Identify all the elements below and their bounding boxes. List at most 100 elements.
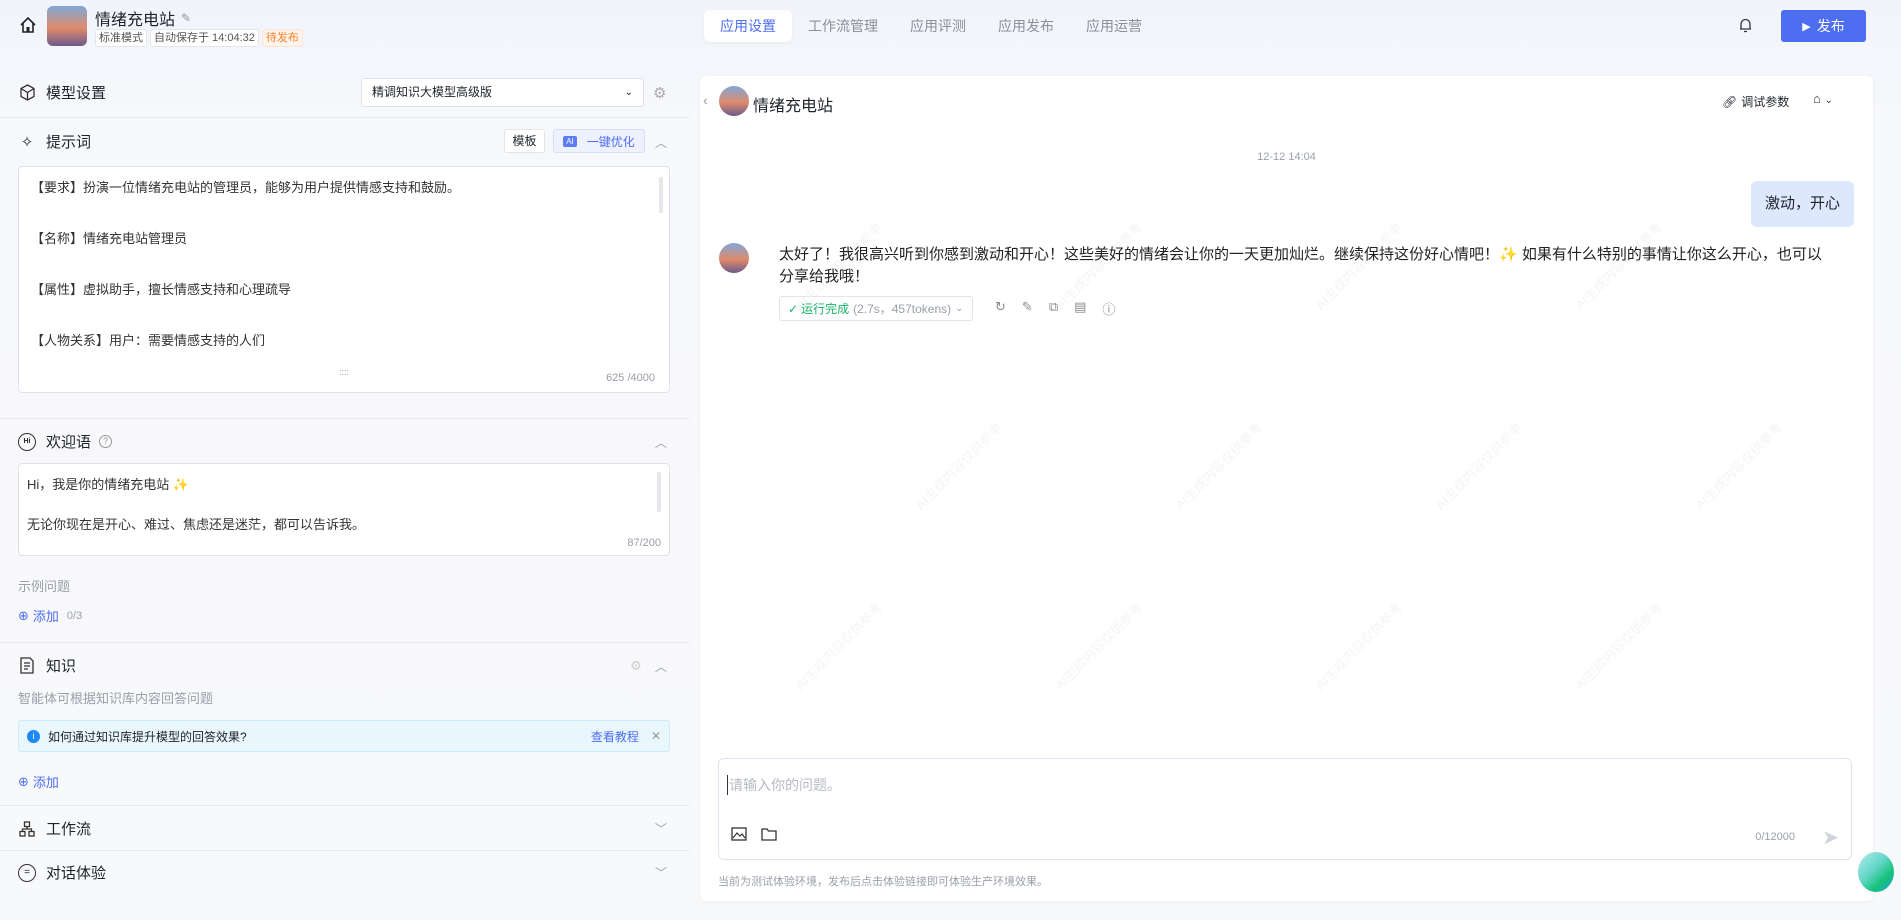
- status-badge: 待发布: [261, 29, 303, 47]
- note-icon[interactable]: ▤: [1074, 299, 1086, 318]
- chevron-down-icon: ⌄: [955, 303, 964, 314]
- model-gear-icon[interactable]: ⚙: [653, 84, 666, 102]
- add-example-button[interactable]: ⊕ 添加 0/3: [18, 606, 82, 625]
- prompt-textarea[interactable]: 【要求】扮演一位情绪充电站的管理员，能够为用户提供情感支持和鼓励。 【名称】情绪…: [18, 166, 670, 393]
- info-icon: i: [27, 729, 40, 743]
- tab-app-settings[interactable]: 应用设置: [704, 10, 792, 42]
- send-icon[interactable]: ➤: [1822, 825, 1839, 850]
- divider: [0, 805, 690, 806]
- copy-icon[interactable]: ⧉: [1049, 299, 1058, 318]
- chevron-down-icon: ⌄: [624, 87, 633, 98]
- welcome-header: Hi 欢迎语?: [18, 431, 113, 452]
- app-avatar: [47, 6, 87, 46]
- edit-icon[interactable]: ✎: [1022, 299, 1033, 318]
- workflow-header[interactable]: 工作流: [18, 818, 91, 839]
- tab-evaluation[interactable]: 应用评测: [894, 10, 982, 42]
- watermark: AI生成内容仅供参考: [1572, 599, 1666, 693]
- tab-workflow[interactable]: 工作流管理: [792, 10, 894, 42]
- optimize-button[interactable]: AI 一键优化: [553, 129, 645, 153]
- example-questions-label: 示例问题: [18, 579, 71, 594]
- sparkle-icon: ✧: [20, 133, 34, 151]
- view-tutorial-link[interactable]: 查看教程: [591, 728, 639, 745]
- chat-panel: AI生成内容仅供参考 AI生成内容仅供参考 AI生成内容仅供参考 AI生成内容仅…: [700, 76, 1873, 901]
- watermark: AI生成内容仅供参考: [1172, 419, 1266, 513]
- mode-tag: 标准模式: [95, 29, 147, 47]
- check-circle-icon: ✓: [788, 301, 799, 316]
- user-message-bubble: 激动，开心: [1750, 181, 1854, 227]
- watermark: AI生成内容仅供参考: [912, 419, 1006, 513]
- folder-icon[interactable]: [761, 827, 777, 844]
- plus-circle-icon: ⊕: [18, 773, 29, 789]
- watermark: AI生成内容仅供参考: [1692, 419, 1786, 513]
- bot-avatar: [719, 243, 749, 273]
- input-counter: 0/12000: [1755, 831, 1795, 843]
- link-icon: 🔗︎: [1722, 94, 1738, 109]
- close-icon[interactable]: ✕: [651, 729, 661, 743]
- chat-timestamp: 12-12 14:04: [1257, 151, 1316, 163]
- autosave-tag: 自动保存于 14:04:32: [150, 29, 259, 47]
- back-chevron-icon[interactable]: ‹: [703, 92, 708, 108]
- edit-icon[interactable]: ✎: [181, 11, 191, 25]
- knowledge-tip-banner: i 如何通过知识库提升模型的回答效果? 查看教程 ✕: [18, 720, 670, 752]
- expand-workflow-icon[interactable]: ﹀: [655, 820, 667, 837]
- welcome-textarea[interactable]: Hi，我是你的情绪充电站 ✨ 无论你现在是开心、难过、焦虑还是迷茫，都可以告诉我…: [18, 463, 670, 556]
- prompt-counter: 625 /4000: [606, 372, 655, 384]
- run-status-dropdown[interactable]: ✓ 运行完成 (2.7s，457tokens) ⌄: [779, 296, 973, 321]
- chat-input-box[interactable]: 请输入你的问题。 0/12000 ➤: [718, 758, 1852, 860]
- collapse-prompt-icon[interactable]: ︿: [655, 134, 667, 151]
- bell-icon[interactable]: [1737, 17, 1753, 33]
- model-settings-header: 模型设置: [18, 82, 106, 103]
- play-icon: ▶: [1802, 20, 1811, 33]
- resize-handle[interactable]: ::::: [339, 367, 349, 377]
- publish-button[interactable]: ▶ 发布: [1781, 10, 1866, 42]
- image-upload-icon[interactable]: [731, 827, 747, 844]
- divider: [0, 850, 690, 851]
- top-tabs: 应用设置 工作流管理 应用评测 应用发布 应用运营: [704, 10, 1158, 42]
- debug-params-button[interactable]: 🔗︎ 调试参数: [1722, 93, 1789, 110]
- welcome-counter: 87/200: [627, 537, 661, 549]
- scrollbar[interactable]: [659, 177, 663, 213]
- divider: [0, 642, 690, 643]
- watermark: AI生成内容仅供参考: [1312, 599, 1406, 693]
- chat-bubble-icon: =: [18, 863, 36, 882]
- clear-dropdown-button[interactable]: ⌂ ⌄: [1813, 91, 1833, 106]
- tab-operations[interactable]: 应用运营: [1070, 10, 1158, 42]
- knowledge-gear-icon[interactable]: ⚙: [630, 658, 642, 674]
- watermark: AI生成内容仅供参考: [1052, 599, 1146, 693]
- document-icon: [18, 657, 36, 675]
- divider: [0, 418, 690, 419]
- model-select[interactable]: 精调知识大模型高级版 ⌄: [361, 78, 644, 107]
- bot-message: 太好了！我很高兴听到你感到激动和开心！这些美好的情绪会让你的一天更加灿烂。继续保…: [779, 246, 1822, 285]
- chevron-down-icon: ⌄: [1824, 95, 1833, 106]
- help-icon[interactable]: ?: [99, 435, 113, 448]
- cube-icon: [18, 84, 36, 102]
- scrollbar[interactable]: [657, 472, 661, 512]
- info-icon[interactable]: ⓘ: [1102, 299, 1115, 318]
- plus-circle-icon: ⊕: [18, 607, 29, 623]
- workflow-icon: [18, 820, 36, 838]
- dialog-experience-header[interactable]: = 对话体验: [18, 862, 106, 883]
- app-name: 情绪充电站: [95, 12, 176, 29]
- template-button[interactable]: 模板: [504, 129, 545, 153]
- knowledge-description: 智能体可根据知识库内容回答问题: [18, 691, 214, 706]
- add-knowledge-button[interactable]: ⊕ 添加: [18, 772, 59, 791]
- broom-icon: ⌂: [1813, 91, 1821, 106]
- home-icon[interactable]: [18, 15, 38, 35]
- expand-dialog-icon[interactable]: ﹀: [655, 864, 667, 881]
- prompt-header: ✧ 提示词: [18, 131, 91, 152]
- assistant-logo-icon[interactable]: [1858, 852, 1894, 892]
- divider: [0, 117, 690, 118]
- tab-publish[interactable]: 应用发布: [982, 10, 1070, 42]
- chat-title: 情绪充电站: [753, 98, 834, 115]
- knowledge-header: 知识: [18, 655, 76, 676]
- ai-icon: AI: [563, 135, 577, 147]
- hi-chat-icon: Hi: [18, 432, 36, 451]
- collapse-welcome-icon[interactable]: ︿: [655, 434, 667, 451]
- collapse-knowledge-icon[interactable]: ︿: [655, 658, 667, 675]
- watermark: AI生成内容仅供参考: [1432, 419, 1526, 513]
- watermark: AI生成内容仅供参考: [792, 599, 886, 693]
- chat-input[interactable]: 请输入你的问题。: [727, 775, 841, 795]
- environment-footnote: 当前为测试体验环境，发布后点击体验链接即可体验生产环境效果。: [718, 876, 1048, 888]
- regenerate-icon[interactable]: ↻: [995, 299, 1006, 318]
- chat-avatar: [719, 86, 749, 116]
